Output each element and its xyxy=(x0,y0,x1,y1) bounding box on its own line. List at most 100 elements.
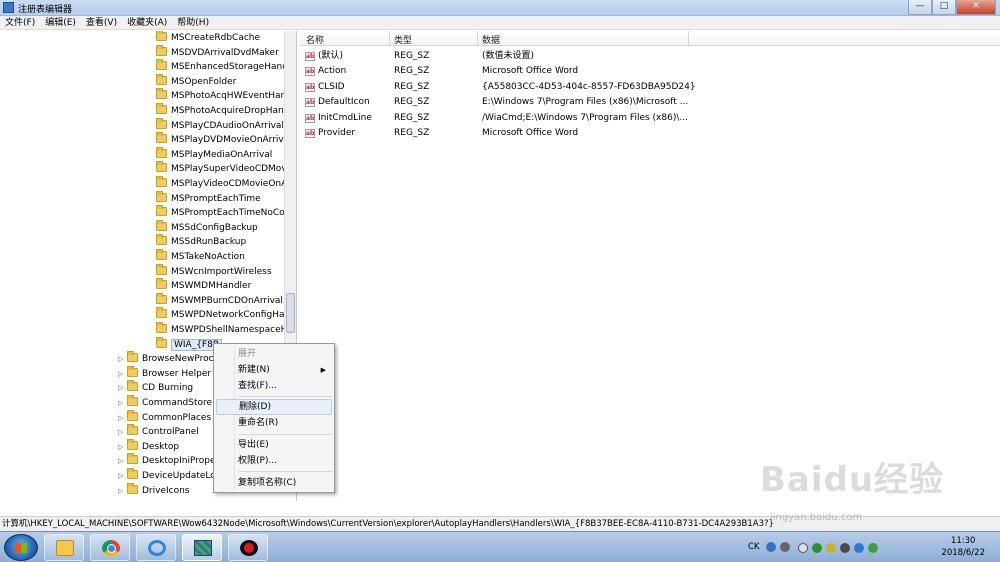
volume-icon[interactable] xyxy=(854,543,864,553)
maximize-button[interactable]: □ xyxy=(932,0,956,15)
value-row[interactable]: ab CLSID REG_SZ {A55803CC-4D53-404c-8557-FD… xyxy=(300,80,1000,95)
column-header-type[interactable]: 类型 xyxy=(394,33,412,46)
input-language-indicator[interactable]: CK xyxy=(748,542,760,552)
menu-help[interactable]: 帮助(H) xyxy=(172,16,214,29)
value-row[interactable]: ab (默认) REG_SZ (数值未设置) xyxy=(300,49,1000,64)
expand-icon[interactable]: ▷ xyxy=(118,414,123,422)
expand-icon[interactable]: ▷ xyxy=(118,443,123,451)
tree-node[interactable]: MSPlayMediaOnArrival xyxy=(156,146,272,162)
tree-node[interactable]: MSCreateRdbCache xyxy=(156,31,260,45)
tree-node[interactable]: ControlPanel xyxy=(127,424,199,439)
tree-scroll-thumb[interactable] xyxy=(286,293,295,333)
network-icon[interactable] xyxy=(840,543,850,553)
taskbar-chrome[interactable] xyxy=(90,534,130,561)
context-menu-item[interactable]: 新建(N) ▶ xyxy=(216,362,332,378)
value-row[interactable]: ab DefaultIcon REG_SZ E:\Windows 7\Program … xyxy=(300,95,1000,110)
context-menu-label: 权限(P)... xyxy=(238,456,278,466)
column-divider[interactable] xyxy=(477,31,478,46)
tree-node[interactable]: DesktopIniPrope xyxy=(127,453,216,468)
expand-icon[interactable]: ▷ xyxy=(118,399,123,407)
folder-icon xyxy=(127,380,138,392)
tray-app-icon[interactable] xyxy=(812,543,822,553)
context-menu-item[interactable]: 展开 xyxy=(216,346,332,362)
value-row[interactable]: ab Action REG_SZ Microsoft Office Word xyxy=(300,64,1000,79)
tree-node[interactable]: MSPhotoAcquireDropHan xyxy=(156,103,284,118)
menu-edit[interactable]: 编辑(E) xyxy=(40,16,81,29)
tree-node[interactable]: CommandStore xyxy=(127,395,212,410)
expand-icon[interactable]: ▷ xyxy=(118,355,123,363)
tree-node[interactable]: MSSdConfigBackup xyxy=(156,219,258,235)
tree-node[interactable]: MSPromptEachTimeNoCo xyxy=(156,205,285,220)
column-header-name[interactable]: 名称 xyxy=(306,33,324,46)
tree-node[interactable]: MSTakeNoAction xyxy=(156,249,245,264)
menu-separator xyxy=(238,396,332,397)
tree-node[interactable]: MSSdRunBackup xyxy=(156,234,246,249)
expand-icon[interactable]: ▷ xyxy=(118,384,123,392)
security-icon[interactable] xyxy=(868,543,878,553)
expand-icon[interactable]: ▷ xyxy=(118,472,123,480)
expand-icon[interactable]: ▷ xyxy=(118,428,123,436)
tree-node[interactable]: DeviceUpdateLo xyxy=(127,468,216,483)
minimize-button[interactable]: — xyxy=(908,0,932,15)
tree-node-label: MSPlayCDAudioOnArrival xyxy=(171,120,284,131)
context-menu-item[interactable]: 删除(D) xyxy=(216,399,332,415)
taskbar-baidu-netdisk[interactable] xyxy=(136,534,176,561)
tree-node-label: MSPlayDVDMovieOnArriva xyxy=(171,135,290,146)
context-menu-item[interactable]: 复制项名称(C) xyxy=(216,475,332,491)
folder-icon xyxy=(156,117,167,129)
value-row[interactable]: ab Provider REG_SZ Microsoft Office Word xyxy=(300,126,1000,141)
tree-node[interactable]: MSPromptEachTime xyxy=(156,190,261,206)
clock[interactable]: 11:30 2018/6/22 xyxy=(941,535,985,559)
tree-node[interactable]: MSPhotoAcqHWEventHan xyxy=(156,88,286,103)
tree-node[interactable]: BrowseNewProc xyxy=(127,351,214,366)
tray-app-icon[interactable] xyxy=(826,543,836,553)
tree-node[interactable]: MSOpenFolder xyxy=(156,73,236,89)
tree-node[interactable]: CommonPlaces xyxy=(127,409,211,425)
tree-node[interactable]: MSDVDArrivalDvdMaker xyxy=(156,44,279,60)
tree-node[interactable]: MSPlayVideoCDMovieOnA xyxy=(156,176,287,191)
expand-icon[interactable]: ▷ xyxy=(118,487,123,495)
tree-node-label: Browser Helper xyxy=(142,368,212,379)
context-menu-item[interactable]: 权限(P)... xyxy=(216,453,332,469)
tree-node[interactable]: MSWcnImportWireless xyxy=(156,263,272,279)
column-divider[interactable] xyxy=(688,31,689,46)
context-menu-item[interactable]: 查找(F)... xyxy=(216,378,332,394)
help-icon[interactable] xyxy=(766,542,776,552)
value-row[interactable]: ab InitCmdLine REG_SZ/WiaCmd;E:\Windows 7\… xyxy=(300,111,1000,126)
menu-view[interactable]: 查看(V) xyxy=(81,16,122,29)
tree-node[interactable]: Desktop xyxy=(127,438,179,454)
start-button[interactable] xyxy=(4,534,38,561)
tree-node[interactable]: Browser Helper xyxy=(127,365,212,381)
tree-node[interactable]: MSWMPBurnCDOnArrival xyxy=(156,292,283,308)
menu-file[interactable]: 文件(F) xyxy=(0,16,40,29)
folder-icon xyxy=(156,88,167,100)
close-button[interactable]: ✕ xyxy=(956,0,996,15)
value-type: REG_SZ xyxy=(394,97,430,108)
context-menu-label: 新建(N) xyxy=(238,365,270,375)
tree-node[interactable]: MSWMDMHandler xyxy=(156,278,251,293)
expand-icon[interactable]: ▷ xyxy=(118,370,123,378)
column-header-data[interactable]: 数据 xyxy=(482,33,500,46)
tree-node[interactable]: DriveIcons xyxy=(127,482,190,498)
taskbar-regedit[interactable] xyxy=(182,534,222,561)
regedit-icon xyxy=(194,540,212,556)
settings-icon[interactable] xyxy=(780,542,790,552)
tree-node[interactable]: MSWPDShellNamespaceH xyxy=(156,322,287,337)
taskbar-screen-recorder[interactable] xyxy=(228,534,268,561)
context-menu-item[interactable]: 重命名(R) xyxy=(216,415,332,431)
tray-app-icon[interactable] xyxy=(798,543,808,553)
tree-node[interactable]: MSWPDNetworkConfigHa xyxy=(156,307,284,322)
folder-icon xyxy=(156,322,167,333)
context-menu-item[interactable]: 导出(E) xyxy=(216,437,332,453)
tree-node[interactable]: MSEnhancedStorageHand xyxy=(156,59,288,74)
tree-node[interactable]: MSPlayCDAudioOnArrival xyxy=(156,117,284,133)
menu-favorites[interactable]: 收藏夹(A) xyxy=(122,16,172,29)
tree-node[interactable]: CD Burning xyxy=(127,380,193,395)
tree-node-label: MSTakeNoAction xyxy=(171,252,245,262)
expand-icon[interactable]: ▷ xyxy=(118,457,123,465)
tree-node[interactable]: MSPlayDVDMovieOnArriva xyxy=(156,132,290,147)
tree-node[interactable]: MSPlaySuperVideoCDMov xyxy=(156,161,287,176)
values-list[interactable]: 名称 类型 数据 ab (默认) REG_SZ (数值未设置) ab Action REG_… xyxy=(300,31,1000,516)
column-divider[interactable] xyxy=(389,31,390,46)
taskbar-file-explorer[interactable] xyxy=(44,534,84,561)
